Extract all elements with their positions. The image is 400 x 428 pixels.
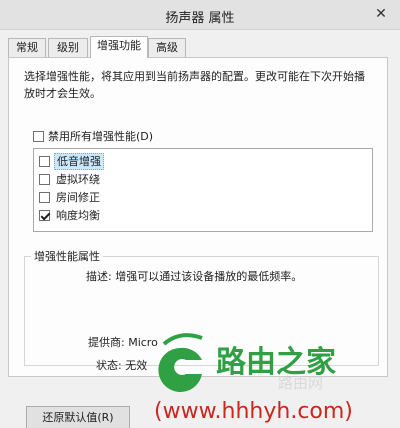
checkbox-icon[interactable] <box>39 192 50 203</box>
status-text: 状态: 无效 <box>96 359 148 372</box>
title-bar: 扬声器 属性 ✕ <box>0 0 400 30</box>
provider-text: 提供商: Micro <box>88 336 158 349</box>
list-item-virtual-surround[interactable]: 虚拟环绕 <box>39 171 102 189</box>
enhancement-list[interactable]: 低音增强 虚拟环绕 房间修正 响度均衡 <box>33 148 373 232</box>
list-item-room-correction[interactable]: 房间修正 <box>39 189 102 207</box>
restore-defaults-button[interactable]: 还原默认值(R) <box>26 406 130 428</box>
tab-advanced[interactable]: 高级 <box>148 38 186 57</box>
intro-text: 选择增强性能，将其应用到当前扬声器的配置。更改可能在下次开始播放时才会生效。 <box>24 70 365 100</box>
checkbox-checked-icon[interactable] <box>39 210 50 221</box>
list-item-bass-boost[interactable]: 低音增强 <box>39 153 104 171</box>
list-item-label: 响度均衡 <box>56 209 100 222</box>
watermark-url: (www.hhhyh.com) <box>154 399 353 424</box>
tab-general[interactable]: 常规 <box>8 38 46 57</box>
tab-enhancements[interactable]: 增强功能 <box>90 36 148 58</box>
close-button[interactable]: ✕ <box>370 4 392 24</box>
checkbox-icon[interactable] <box>39 174 50 185</box>
list-item-loudness-equalization[interactable]: 响度均衡 <box>39 207 102 225</box>
disable-all-label: 禁用所有增强性能(D) <box>48 130 154 143</box>
list-item-label: 房间修正 <box>56 191 100 204</box>
properties-group-title: 增强性能属性 <box>31 248 103 264</box>
disable-all-checkbox[interactable]: 禁用所有增强性能(D) <box>33 128 153 144</box>
description-text: 描述: 增强可以通过该设备播放的最低频率。 <box>86 270 303 283</box>
window-title: 扬声器 属性 <box>165 11 235 26</box>
list-item-label: 虚拟环绕 <box>56 173 100 186</box>
tab-levels[interactable]: 级别 <box>48 38 88 57</box>
checkbox-icon[interactable] <box>39 156 50 167</box>
checkbox-icon[interactable] <box>33 131 44 142</box>
list-item-label: 低音增强 <box>54 153 104 170</box>
